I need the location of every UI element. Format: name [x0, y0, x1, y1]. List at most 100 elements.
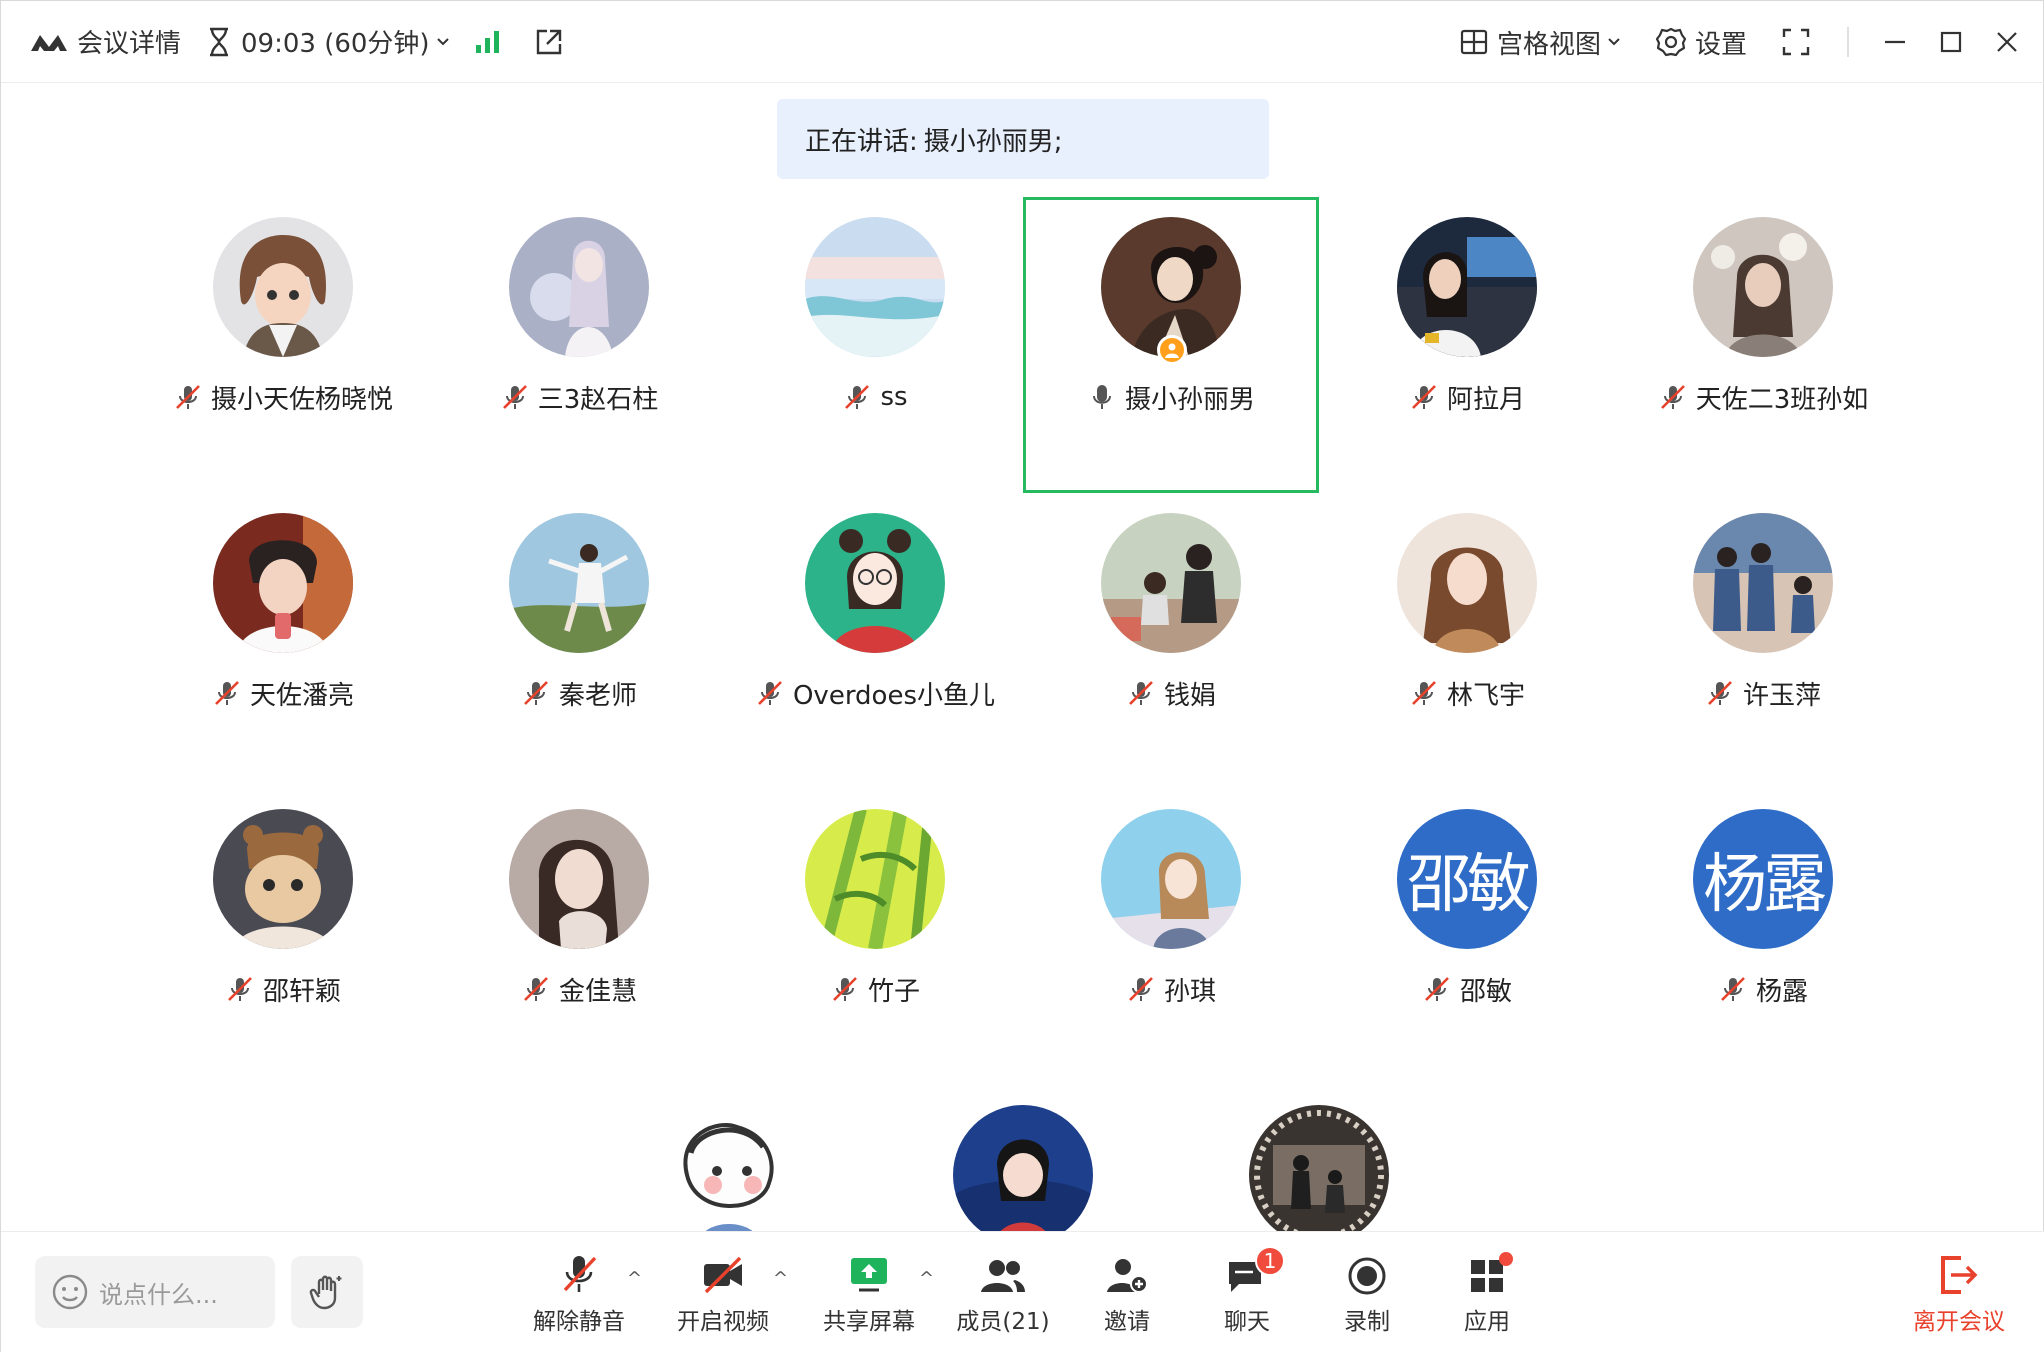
participant-tile[interactable]: 林飞宇 — [1319, 493, 1615, 789]
participant-avatar — [805, 513, 945, 653]
participant-tile[interactable]: 摄小天佐杨晓悦 — [135, 197, 431, 493]
record-button[interactable]: 录制 — [1325, 1250, 1409, 1340]
mic-muted-icon — [173, 382, 203, 412]
chat-unread-badge: 1 — [1255, 1246, 1285, 1276]
mic-muted-icon — [842, 382, 872, 412]
participant-tile[interactable] — [1171, 1085, 1467, 1231]
members-icon — [981, 1260, 1025, 1292]
participant-tile[interactable]: 天佐二3班孙如 — [1615, 197, 1911, 493]
participant-name: 秦老师 — [558, 680, 637, 711]
participant-avatar — [805, 809, 945, 949]
mic-muted-icon — [1126, 678, 1156, 708]
mic-muted-icon — [1658, 382, 1688, 412]
chat-button[interactable]: 1 聊天 — [1205, 1246, 1289, 1340]
mic-muted-icon — [225, 974, 255, 1004]
participant-name: 摄小天佐杨晓悦 — [210, 384, 393, 415]
participant-name: 阿拉月 — [1446, 384, 1525, 415]
participant-name-row: 摄小孙丽男 — [1023, 377, 1319, 417]
participant-name-row: 邵敏 — [1319, 969, 1615, 1009]
participant-name: 竹子 — [867, 976, 920, 1007]
participant-avatar — [1101, 809, 1241, 949]
participant-avatar — [805, 217, 945, 357]
participant-initials-avatar: 邵敏 — [1397, 809, 1537, 949]
participant-name-row: 摄小天佐杨晓悦 — [135, 377, 431, 417]
participant-avatar — [1693, 217, 1833, 357]
participant-avatar — [953, 1105, 1093, 1231]
participant-name-row: 许玉萍 — [1615, 673, 1911, 713]
participant-avatar — [1397, 513, 1537, 653]
participant-name: 林飞宇 — [1446, 680, 1525, 711]
participant-name: 天佐二3班孙如 — [1695, 384, 1869, 415]
participant-avatar — [1101, 513, 1241, 653]
participant-name: 天佐潘亮 — [249, 680, 354, 711]
apps-notification-dot — [1499, 1252, 1513, 1266]
unmute-button[interactable]: 解除静音 — [531, 1250, 627, 1340]
participant-name-row: 天佐潘亮 — [135, 673, 431, 713]
mic-muted-icon — [1705, 678, 1735, 708]
speaking-badge-icon — [1157, 335, 1187, 365]
participant-avatar — [213, 809, 353, 949]
participant-name-row: 天佐二3班孙如 — [1615, 377, 1911, 417]
participant-tile[interactable]: 邵轩颖 — [135, 789, 431, 1085]
invite-icon — [1107, 1259, 1148, 1293]
participant-tile[interactable] — [875, 1085, 1171, 1231]
share-options-caret[interactable]: ^ — [919, 1268, 934, 1289]
video-off-icon — [704, 1256, 742, 1294]
participant-name-row: Overdoes小鱼儿 — [727, 673, 1023, 713]
participant-tile[interactable]: 三3赵石柱 — [431, 197, 727, 493]
share-screen-icon — [851, 1258, 887, 1292]
participant-name: 摄小孙丽男 — [1124, 384, 1255, 415]
share-screen-button[interactable]: 共享屏幕 — [821, 1250, 917, 1340]
mic-muted-icon — [521, 678, 551, 708]
participant-tile[interactable]: 秦老师 — [431, 493, 727, 789]
mic-muted-icon — [1422, 974, 1452, 1004]
participant-tile[interactable]: 钱娟 — [1023, 493, 1319, 789]
participant-tile[interactable]: 杨露 杨露 — [1615, 789, 1911, 1085]
participant-tile[interactable]: 天佐潘亮 — [135, 493, 431, 789]
participant-avatar — [509, 217, 649, 357]
raise-hand-icon — [309, 1275, 342, 1310]
mic-muted-icon — [1126, 974, 1156, 1004]
leave-meeting-button[interactable]: 离开会议 — [1901, 1250, 2017, 1340]
mic-muted-icon — [1409, 382, 1439, 412]
participant-tile[interactable]: 金佳慧 — [431, 789, 727, 1085]
start-video-button[interactable]: 开启视频 — [675, 1250, 771, 1340]
leave-icon — [1941, 1256, 1978, 1294]
participant-name: 许玉萍 — [1742, 680, 1821, 711]
participant-avatar — [213, 217, 353, 357]
participant-avatar — [657, 1105, 797, 1231]
mic-muted-icon — [830, 974, 860, 1004]
mic-muted-icon — [563, 1256, 597, 1292]
invite-button[interactable]: 邀请 — [1085, 1250, 1169, 1340]
video-options-caret[interactable]: ^ — [773, 1268, 788, 1289]
quick-chat-placeholder: 说点什么... — [99, 1280, 218, 1309]
apps-button[interactable]: 应用 — [1445, 1250, 1529, 1340]
quick-chat-input[interactable]: 说点什么... — [35, 1256, 275, 1328]
members-button[interactable]: 成员(21) — [956, 1250, 1050, 1340]
participant-name: Overdoes小鱼儿 — [792, 680, 996, 711]
meeting-window: 会议详情 09:03 (60分钟) 宫格视图 设置 正在讲话: 摄小孙丽男; 摄… — [0, 0, 2044, 1352]
participant-tile[interactable]: Overdoes小鱼儿 — [727, 493, 1023, 789]
apps-label: 应用 — [1464, 1309, 1510, 1335]
participant-tile[interactable]: 孙琪 — [1023, 789, 1319, 1085]
participant-initials-avatar: 杨露 — [1693, 809, 1833, 949]
participant-name-row: 阿拉月 — [1319, 377, 1615, 417]
participant-tile[interactable] — [579, 1085, 875, 1231]
mic-muted-icon — [212, 678, 242, 708]
participant-tile[interactable]: 阿拉月 — [1319, 197, 1615, 493]
participant-name: 孙琪 — [1163, 976, 1216, 1007]
members-label: 成员(21) — [956, 1309, 1050, 1335]
participant-tile[interactable]: 邵敏 邵敏 — [1319, 789, 1615, 1085]
meeting-toolbar: 说点什么... 解除静音 ^ 开启视频 ^ 共享屏幕 ^ 成员(21) 邀请 1… — [1, 1231, 2044, 1352]
participant-tile[interactable]: ss — [727, 197, 1023, 493]
participant-name: 杨露 — [1755, 976, 1808, 1007]
audio-options-caret[interactable]: ^ — [627, 1268, 642, 1289]
participant-name-row: ss — [727, 377, 1023, 417]
raise-hand-button[interactable] — [291, 1256, 363, 1328]
participant-tile-active-speaker[interactable]: 摄小孙丽男 — [1023, 197, 1319, 493]
participant-name-row: 三3赵石柱 — [431, 377, 727, 417]
participant-name-row: 邵轩颖 — [135, 969, 431, 1009]
participant-tile[interactable]: 许玉萍 — [1615, 493, 1911, 789]
participant-tile[interactable]: 竹子 — [727, 789, 1023, 1085]
mic-muted-icon — [1718, 974, 1748, 1004]
